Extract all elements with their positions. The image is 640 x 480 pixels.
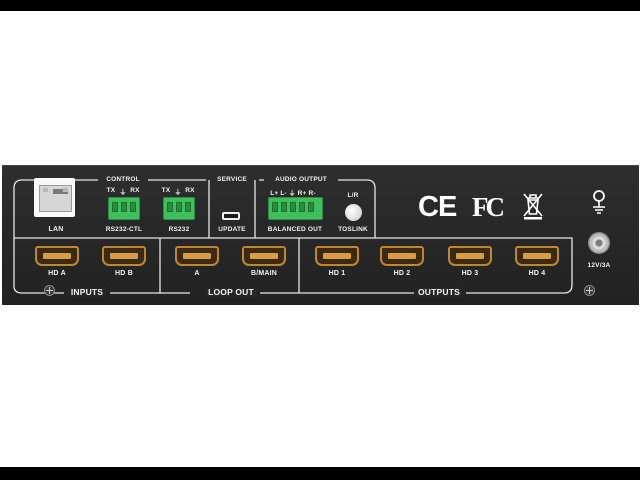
hdmi-loop-out-a-port[interactable] [175,246,219,266]
ctl-ground-icon: ⏚ [119,189,127,196]
lan-socket [39,185,72,212]
panel-divider-lines [13,179,573,294]
hdmi-loop-out-b-main-port[interactable] [242,246,286,266]
rs232-terminal-block[interactable] [163,197,195,220]
weee-bin-icon [523,193,543,220]
hdmi-output-3-label: HD 3 [461,270,479,277]
power-dc-jack[interactable] [588,232,610,254]
hdmi-input-b-port[interactable] [102,246,146,266]
hdmi-input-a-port[interactable] [35,246,79,266]
hdmi-loop-out-b-main-label: B/MAIN [250,270,278,277]
ground-terminal-icon [593,190,605,214]
bottom-letterbox-bar [0,467,640,480]
hdmi-output-2-label: HD 2 [393,270,411,277]
hdmi-output-1-port[interactable] [315,246,359,266]
ctl-rx-pin-label: RX [130,187,140,194]
update-usb-port[interactable] [222,212,240,220]
update-label: UPDATE [218,226,246,233]
inputs-section-label: INPUTS [67,287,107,297]
lan-label: LAN [48,226,64,233]
toslink-label: TOSLINK [338,226,368,233]
balanced-out-label: BALANCED OUT [267,226,323,233]
fcc-mark: FC [472,192,505,222]
power-rating-label: 12V/3A [587,262,611,269]
hdmi-output-3-port[interactable] [448,246,492,266]
hdmi-input-a-label: HD A [48,270,66,277]
hdmi-output-1-label: HD 1 [328,270,346,277]
service-section-label: SERVICE [217,176,247,183]
rs232-tx-pin-label: TX [161,187,171,194]
rs232-label: RS232 [168,226,190,233]
hdmi-loop-out-a-label: A [194,270,200,277]
toslink-port[interactable] [345,204,362,221]
panel-screw-left [44,285,55,296]
control-section-label: CONTROL [106,176,140,183]
ctl-tx-pin-label: TX [106,187,116,194]
balanced-out-terminal-block[interactable] [268,197,323,220]
audio-output-section-label: AUDIO OUTPUT [275,176,327,183]
rs232-rx-pin-label: RX [185,187,195,194]
outputs-section-label: OUTPUTS [414,287,464,297]
audio-pin-labels: L+ L- ⏚ R+ R- [270,190,316,197]
loop-out-section-label: LOOP OUT [205,287,257,297]
top-letterbox-bar [0,0,640,11]
hdmi-output-2-port[interactable] [380,246,424,266]
toslink-lr-label: L/R [347,192,359,199]
device-rear-panel: CONTROL SERVICE AUDIO OUTPUT LAN TX ⏚ RX… [2,165,639,305]
rs232-ground-icon: ⏚ [174,189,182,196]
panel-screw-right [584,285,595,296]
ce-mark: CE [418,191,457,223]
rs232-ctl-terminal-block[interactable] [108,197,140,220]
hdmi-output-4-port[interactable] [515,246,559,266]
hdmi-input-b-label: HD B [115,270,133,277]
hdmi-output-4-label: HD 4 [528,270,546,277]
rs232-ctl-label: RS232-CTL [105,226,143,233]
lan-port[interactable] [34,178,75,217]
